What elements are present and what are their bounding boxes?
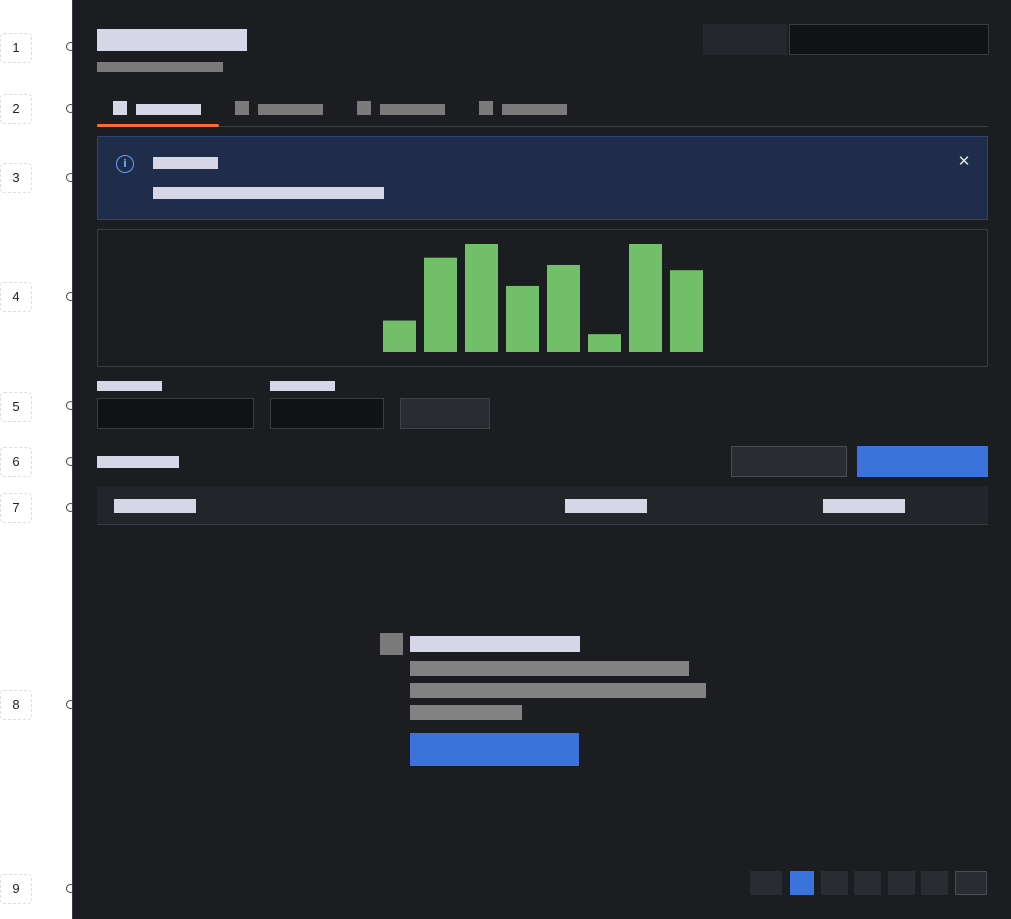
app-window: i ✕: [72, 0, 1011, 919]
chart-bar: [465, 244, 498, 352]
pagination-page[interactable]: [921, 871, 948, 895]
pagination-page[interactable]: [854, 871, 881, 895]
row-number: 4: [0, 282, 32, 312]
row-number: 5: [0, 392, 32, 422]
tab-4-label: [502, 104, 567, 115]
pagination-next[interactable]: [955, 871, 987, 895]
pagination-page[interactable]: [821, 871, 848, 895]
row-number: 1: [0, 33, 32, 63]
page-subtitle: [97, 62, 223, 72]
tab-4-icon: [479, 101, 493, 115]
tab-2[interactable]: [235, 101, 325, 117]
column-header[interactable]: [114, 499, 196, 513]
tab-3[interactable]: [357, 101, 447, 117]
pagination-page[interactable]: [888, 871, 915, 895]
row-number: 9: [0, 874, 32, 904]
chart-bar: [424, 257, 457, 352]
empty-state-cta-button[interactable]: [410, 733, 579, 766]
tab-3-label: [380, 104, 445, 115]
column-header[interactable]: [565, 499, 647, 513]
tab-4[interactable]: [479, 101, 569, 117]
tab-1[interactable]: [113, 101, 203, 117]
row-number-gutter: 1 2 3 4 5 6 7 8 9: [0, 0, 72, 919]
empty-state-title: [410, 636, 580, 652]
row-number: 6: [0, 447, 32, 477]
bar-chart: [383, 244, 703, 352]
bar-chart-panel: [97, 229, 988, 367]
banner-title: [153, 157, 218, 169]
tab-2-label: [258, 104, 323, 115]
active-tab-indicator: [97, 124, 219, 127]
row-number: 2: [0, 94, 32, 124]
row-number: 8: [0, 690, 32, 720]
column-header[interactable]: [823, 499, 905, 513]
chart-bar: [629, 244, 662, 352]
field-1-input[interactable]: [97, 398, 254, 429]
secondary-action-button[interactable]: [731, 446, 847, 477]
info-icon: i: [116, 155, 134, 173]
chart-bar: [506, 285, 539, 352]
tab-1-label: [136, 104, 201, 115]
banner-message: [153, 187, 384, 199]
pagination-prev[interactable]: [750, 871, 782, 895]
table-header: [97, 486, 988, 525]
pagination-page[interactable]: [790, 871, 814, 895]
row-number: 7: [0, 493, 32, 523]
empty-state-icon: [380, 633, 403, 655]
chart-bar: [547, 264, 580, 352]
search-input[interactable]: [789, 24, 989, 55]
chart-bar: [588, 334, 621, 352]
field-2-label: [270, 381, 335, 391]
chart-bar: [383, 320, 416, 352]
tab-3-icon: [357, 101, 371, 115]
info-banner: i ✕: [97, 136, 988, 220]
page-title: [97, 29, 247, 51]
tab-2-icon: [235, 101, 249, 115]
tab-1-icon: [113, 101, 127, 115]
header-secondary-button[interactable]: [703, 24, 787, 55]
primary-action-button[interactable]: [857, 446, 988, 477]
row-number: 3: [0, 163, 32, 193]
chart-bar: [670, 270, 703, 352]
field-1-label: [97, 381, 162, 391]
section-title: [97, 456, 179, 468]
empty-state-line: [410, 683, 706, 698]
filter-button[interactable]: [400, 398, 490, 429]
empty-state-line: [410, 705, 522, 720]
empty-state-line: [410, 661, 689, 676]
field-2-input[interactable]: [270, 398, 384, 429]
close-icon[interactable]: ✕: [954, 151, 974, 171]
tabs-divider: [97, 126, 988, 127]
